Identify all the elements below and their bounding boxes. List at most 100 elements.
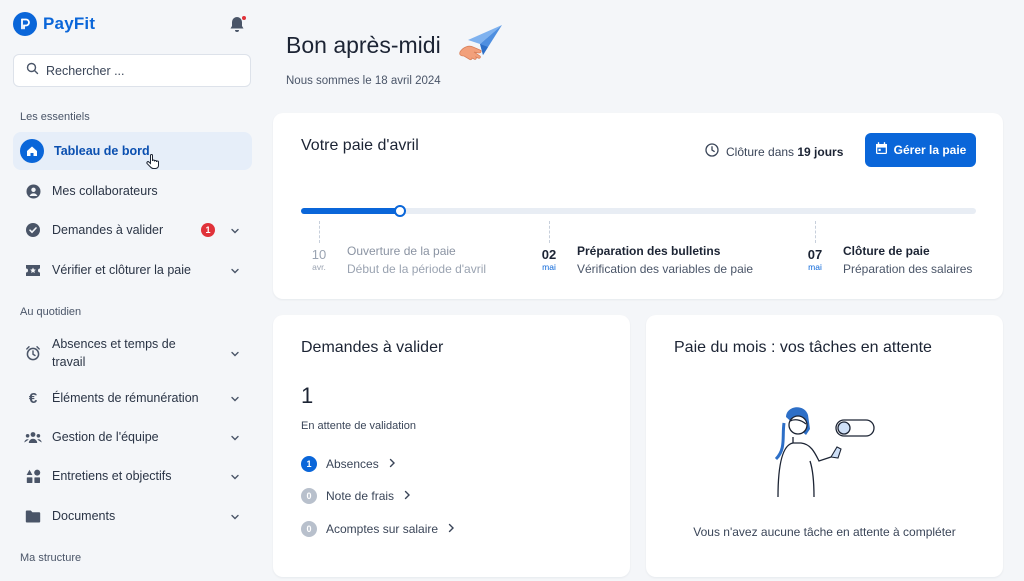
step-subtitle: Début de la période d'avril (347, 262, 487, 276)
search-box (13, 54, 251, 87)
request-label: Note de frais (326, 489, 395, 503)
request-label: Absences (326, 457, 379, 471)
step-date: 10 avr. (301, 247, 337, 272)
manage-payroll-button[interactable]: Gérer la paie (865, 133, 976, 167)
step-subtitle: Vérification des variables de paie (577, 262, 754, 276)
requests-count-badge: 1 (201, 223, 215, 237)
step-text: Ouverture de la paie Début de la période… (347, 243, 486, 279)
pay-step-opening: 10 avr. Ouverture de la paie Début de la… (301, 221, 486, 279)
section-label-structure: Ma structure (20, 552, 82, 564)
pending-requests-card: Demandes à valider 1 En attente de valid… (273, 315, 630, 577)
chevron-down-icon[interactable] (230, 393, 240, 403)
step-text: Clôture de paie Préparation des salaires (843, 243, 972, 279)
requests-count-label: En attente de validation (301, 420, 416, 432)
requests-total-count: 1 (301, 383, 314, 408)
step-month: mai (808, 262, 822, 272)
chevron-down-icon[interactable] (230, 471, 240, 481)
payroll-tasks-card: Paie du mois : vos tâches en attente Vou… (646, 315, 1003, 577)
step-month: mai (542, 262, 556, 272)
notifications-bell-icon[interactable] (229, 15, 247, 33)
chevron-right-icon (388, 457, 396, 471)
closing-countdown: Clôture dans 19 jours (705, 143, 843, 160)
sidebar-item-absences-worktime[interactable]: Absences et temps de travail (13, 334, 252, 372)
request-count-badge: 0 (301, 488, 317, 504)
home-icon (20, 139, 44, 163)
step-subtitle: Préparation des salaires (843, 262, 973, 276)
notification-dot (241, 15, 247, 21)
step-title: Préparation des bulletins (577, 244, 721, 258)
payfit-logo-icon (13, 12, 37, 36)
calendar-icon (875, 142, 888, 158)
manage-payroll-label: Gérer la paie (893, 143, 967, 157)
step-day: 02 (541, 247, 557, 262)
ticket-icon (23, 260, 43, 280)
chevron-down-icon[interactable] (230, 348, 240, 358)
folder-icon (23, 506, 43, 526)
mouse-pointer-hand-icon (146, 154, 160, 173)
sidebar-item-dashboard[interactable]: Tableau de bord (13, 132, 252, 170)
step-month: avr. (312, 262, 326, 272)
step-text: Préparation des bulletins Vérification d… (577, 243, 753, 279)
request-link-salary-advances[interactable]: 0 Acomptes sur salaire (301, 521, 455, 537)
payroll-progress-fill (301, 208, 400, 214)
request-label: Acomptes sur salaire (326, 522, 439, 536)
closing-prefix: Clôture dans (726, 144, 798, 159)
sidebar-item-requests[interactable]: Demandes à valider 1 (13, 219, 252, 241)
sidebar-item-label: Éléments de rémunération (52, 391, 199, 405)
request-count-badge: 1 (301, 456, 317, 472)
sidebar-item-documents[interactable]: Documents (13, 505, 252, 527)
step-divider (815, 221, 816, 243)
chevron-down-icon[interactable] (230, 225, 240, 235)
sidebar-item-label: Documents (52, 509, 116, 523)
request-link-absences[interactable]: 1 Absences (301, 456, 396, 472)
step-day: 07 (807, 247, 823, 262)
section-label-essentials: Les essentiels (20, 111, 90, 123)
search-input[interactable] (46, 63, 236, 78)
chevron-right-icon (447, 522, 455, 536)
sidebar-item-collaborators[interactable]: Mes collaborateurs (13, 180, 252, 202)
step-divider (549, 221, 550, 243)
paper-plane-hand-icon (458, 22, 506, 68)
euro-icon: € (28, 389, 38, 407)
search-icon (26, 62, 39, 80)
sidebar-item-compensation[interactable]: € Éléments de rémunération (13, 387, 252, 409)
check-badge-icon (23, 220, 43, 240)
sidebar-item-label: Gestion de l'équipe (52, 430, 159, 444)
sidebar: PayFit Les essentiels Tableau de bord Me… (0, 0, 262, 581)
payroll-progress-track (301, 205, 976, 217)
woman-toggle-illustration-icon (756, 397, 896, 499)
monthly-pay-card: Votre paie d'avril Clôture dans 19 jours… (273, 113, 1003, 299)
chevron-down-icon[interactable] (230, 265, 240, 275)
current-date-text: Nous sommes le 18 avril 2024 (286, 75, 441, 87)
user-icon (23, 181, 43, 201)
step-date: 07 mai (797, 247, 833, 272)
step-day: 10 (311, 247, 327, 262)
closing-days: 19 jours (797, 144, 844, 159)
team-icon (23, 427, 43, 447)
sidebar-item-label: Absences et temps de travail (52, 337, 176, 369)
sidebar-item-team-management[interactable]: Gestion de l'équipe (13, 426, 252, 448)
pay-step-bulletins: 02 mai Préparation des bulletins Vérific… (531, 221, 753, 279)
tasks-card-title: Paie du mois : vos tâches en attente (674, 339, 932, 356)
sidebar-item-label: Vérifier et clôturer la paie (52, 263, 191, 277)
alarm-icon (23, 343, 43, 363)
chevron-down-icon[interactable] (230, 511, 240, 521)
sidebar-item-reviews-goals[interactable]: Entretiens et objectifs (13, 465, 252, 487)
sidebar-item-label: Mes collaborateurs (52, 184, 158, 198)
brand-name: PayFit (43, 14, 96, 33)
request-count-badge: 0 (301, 521, 317, 537)
step-title: Ouverture de la paie (347, 244, 456, 258)
sidebar-item-label: Entretiens et objectifs (52, 469, 172, 483)
requests-card-title: Demandes à valider (301, 339, 444, 356)
shapes-icon (23, 466, 43, 486)
request-link-expenses[interactable]: 0 Note de frais (301, 488, 411, 504)
sidebar-item-verify-close-payroll[interactable]: Vérifier et clôturer la paie (13, 259, 252, 281)
chevron-down-icon[interactable] (230, 432, 240, 442)
clock-icon (705, 143, 719, 160)
step-divider (319, 221, 320, 243)
brand-logo-link[interactable]: PayFit (13, 12, 95, 36)
step-title: Clôture de paie (843, 244, 930, 258)
payroll-progress-knob (393, 205, 406, 217)
tasks-empty-state-text: Vous n'avez aucune tâche en attente à co… (693, 525, 956, 539)
pay-step-closing: 07 mai Clôture de paie Préparation des s… (797, 221, 972, 279)
